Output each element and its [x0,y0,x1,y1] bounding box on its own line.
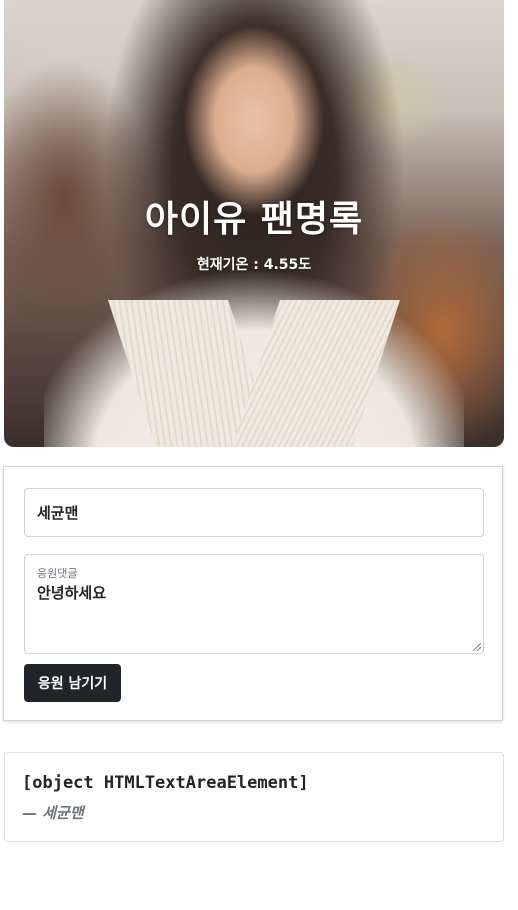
comment-text: [object HTMLTextAreaElement] [22,773,309,793]
comment-author: — 세균맨 [22,804,84,822]
temperature-text: 현재기온 : 4.55도 [196,257,312,273]
comment-card: [object HTMLTextAreaElement] — 세균맨 [4,752,504,842]
hero-banner: 아이유 팬명록 현재기온 : 4.55도 [4,0,504,447]
page-title: 아이유 팬명록 [144,199,364,240]
submit-comment-button[interactable]: 응원 남기기 [24,664,121,702]
comment-form-card: 응원댓글 안녕하세요 응원 남기기 [3,466,503,721]
comment-value: 안녕하세요 [37,584,107,602]
comment-textarea[interactable]: 응원댓글 안녕하세요 [24,554,484,654]
resize-handle-icon[interactable] [473,643,481,651]
name-input[interactable] [24,488,484,537]
comment-label: 응원댓글 [37,567,78,580]
